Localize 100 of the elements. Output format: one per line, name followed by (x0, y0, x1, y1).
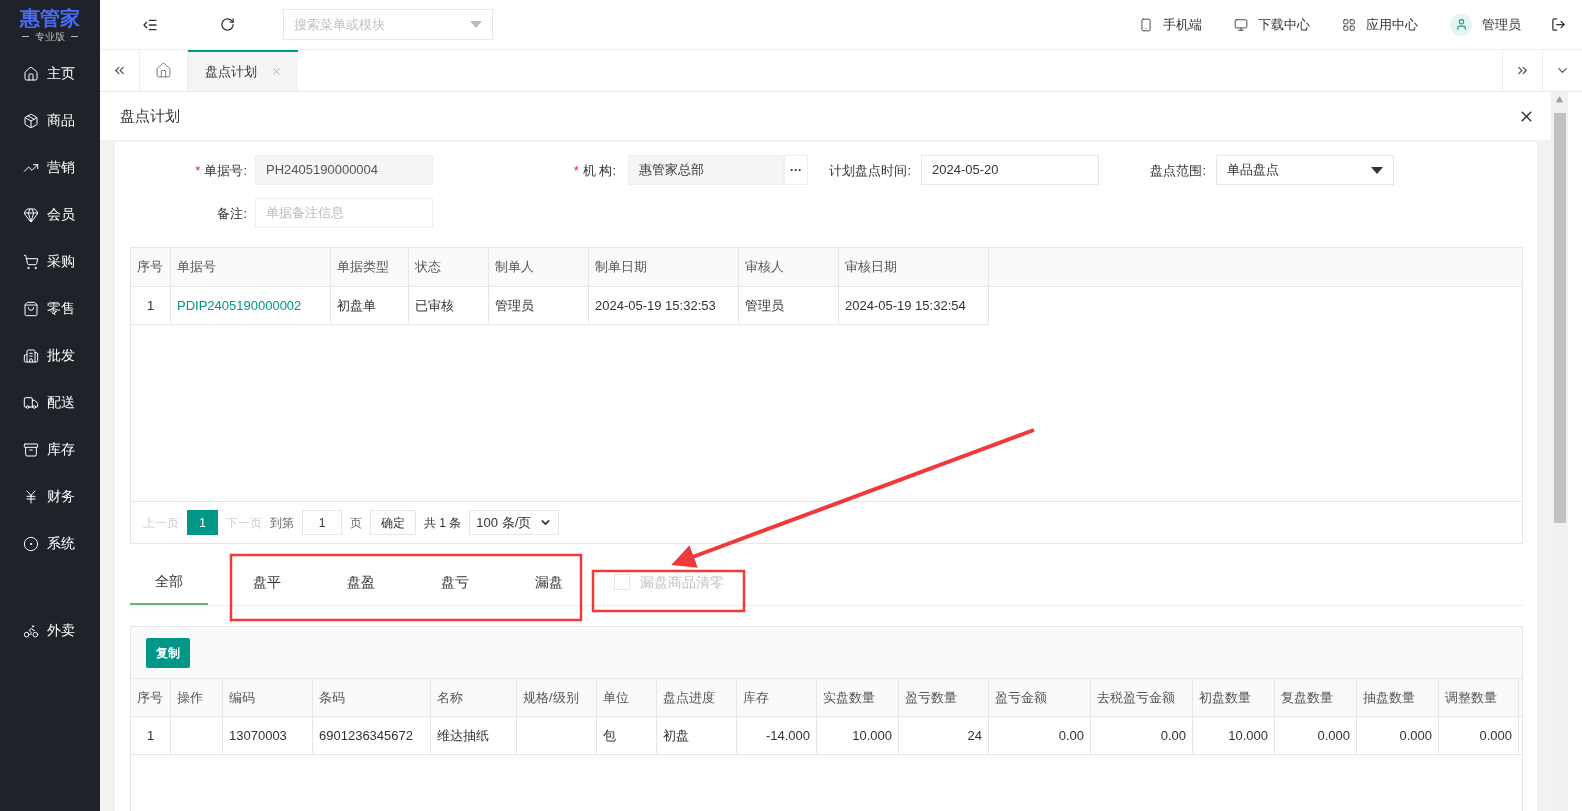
column-header: 复盘数量 (1275, 679, 1357, 716)
sidebar-icon (23, 206, 39, 223)
copy-button[interactable]: 复制 (146, 637, 190, 668)
filter-tab[interactable]: 盘平 (220, 559, 314, 605)
confirm-button[interactable]: 确定 (370, 510, 416, 535)
column-header: 抽盘数量 (1357, 679, 1439, 716)
table-cell: 2024-05-19 15:32:54 (839, 287, 989, 324)
sidebar-item[interactable]: 零售 (0, 285, 100, 332)
column-header: 制单日期 (589, 248, 739, 286)
sidebar-item[interactable]: 库存 (0, 426, 100, 473)
column-header: 初盘数量 (1193, 679, 1275, 716)
column-header: 单据类型 (331, 248, 409, 286)
filter-tab[interactable]: 盘盈 (314, 559, 408, 605)
user-name[interactable]: 管理员 (1482, 14, 1521, 35)
grid-icon (1342, 17, 1356, 32)
sidebar-icon (23, 535, 39, 552)
input-field[interactable]: 惠管家总部 (628, 155, 784, 185)
table-cell: 已审核 (409, 287, 489, 324)
table-cell: 初盘 (657, 717, 737, 754)
column-header: 制单人 (489, 248, 589, 286)
sidebar-icon (23, 300, 39, 317)
more-button[interactable]: ··· (784, 155, 808, 185)
edition-label: 专业版 (35, 29, 65, 44)
sidebar-item[interactable]: 批发 (0, 332, 100, 379)
tab-label: 盘点计划 (204, 62, 257, 81)
field-label: * 机 构: (573, 163, 616, 178)
filter-tab[interactable]: 漏盘 (502, 559, 596, 605)
table-cell: 24 (899, 717, 989, 754)
column-header: 序号 (131, 248, 171, 286)
column-header: 条码 (313, 679, 431, 716)
scrollbar[interactable] (1551, 92, 1568, 811)
column-header: 单据号 (171, 248, 331, 286)
sidebar-item[interactable]: 主页 (0, 50, 100, 97)
refresh-icon[interactable] (220, 17, 235, 32)
table-cell: 初盘单 (331, 287, 409, 324)
sidebar-item[interactable]: 营销 (0, 144, 100, 191)
date-field[interactable]: 2024-05-20 (921, 155, 1099, 185)
column-header: 库存 (737, 679, 817, 716)
sidebar-icon (23, 347, 39, 364)
table-cell: 包 (597, 717, 657, 754)
column-header: 单位 (597, 679, 657, 716)
sidebar-item[interactable]: 商品 (0, 97, 100, 144)
sidebar-item[interactable]: 外卖 (0, 607, 100, 654)
sidebar-item[interactable]: 系统 (0, 520, 100, 567)
monitor-icon (1234, 17, 1248, 32)
scroll-up-icon[interactable] (1556, 96, 1563, 103)
table-cell: 1 (131, 717, 171, 754)
page-input[interactable]: 1 (302, 510, 342, 535)
column-header: 名称 (431, 679, 517, 716)
table-cell: 13070003 (223, 717, 313, 754)
column-header: 操作 (171, 679, 223, 716)
logo-text: 惠管家 (20, 6, 80, 29)
page-size-select[interactable]: 100 条/页 (469, 510, 560, 535)
header-link[interactable]: 应用中心 (1342, 14, 1418, 35)
input-field[interactable]: PH2405190000004 (255, 155, 433, 185)
table-cell: 0.000 (1439, 717, 1519, 754)
table-cell: 2024-05-19 15:32:53 (589, 287, 739, 324)
filter-tab[interactable]: 盘亏 (408, 559, 502, 605)
table-cell: 10.000 (817, 717, 899, 754)
filter-tab[interactable]: 全部 (130, 559, 208, 605)
avatar-icon[interactable] (1450, 13, 1472, 36)
sidebar-item[interactable]: 配送 (0, 379, 100, 426)
table-cell: 0.00 (1091, 717, 1193, 754)
select-field[interactable]: 单品盘点 (1216, 155, 1394, 185)
column-header: 调整数量 (1439, 679, 1519, 716)
sidebar-icon (23, 65, 39, 82)
sidebar-item[interactable]: 会员 (0, 191, 100, 238)
home-icon (155, 62, 172, 79)
sidebar-icon (23, 112, 39, 129)
column-header: 状态 (409, 248, 489, 286)
page-unit-label: 页 (350, 514, 362, 532)
page-title: 盘点计划 (120, 105, 180, 126)
header-link[interactable]: 下载中心 (1234, 14, 1310, 35)
document-link[interactable]: PDIP2405190000002 (171, 287, 331, 324)
column-header: 规格/级别 (517, 679, 597, 716)
table-cell: 10.000 (1193, 717, 1275, 754)
sidebar-icon (23, 488, 39, 505)
field-label: 备注: (217, 206, 247, 221)
column-header: 审核人 (739, 248, 839, 286)
header-link[interactable]: 手机端 (1139, 14, 1202, 35)
sidebar-item[interactable]: 财务 (0, 473, 100, 520)
table-cell: 管理员 (739, 287, 839, 324)
column-header: 实盘数量 (817, 679, 899, 716)
goto-label: 到第 (270, 514, 294, 532)
field-label: 盘点范围: (1150, 163, 1206, 178)
phone-icon (1139, 17, 1153, 32)
field-label: * 单据号: (195, 163, 247, 178)
logout-icon[interactable] (1551, 17, 1566, 32)
dropdown-caret-icon (470, 21, 482, 28)
page-tab[interactable]: 盘点计划 (188, 50, 298, 91)
column-header: 盈亏金额 (989, 679, 1091, 716)
column-header: 序号 (131, 679, 171, 716)
table-cell: 管理员 (489, 287, 589, 324)
sidebar-item[interactable]: 采购 (0, 238, 100, 285)
column-header: 审核日期 (839, 248, 989, 286)
total-count: 共 1 条 (424, 514, 462, 532)
checkbox-label: 漏盘商品清零 (640, 572, 724, 592)
page-number[interactable]: 1 (187, 510, 218, 535)
bike-icon (23, 622, 39, 639)
caret-icon (1371, 166, 1383, 174)
